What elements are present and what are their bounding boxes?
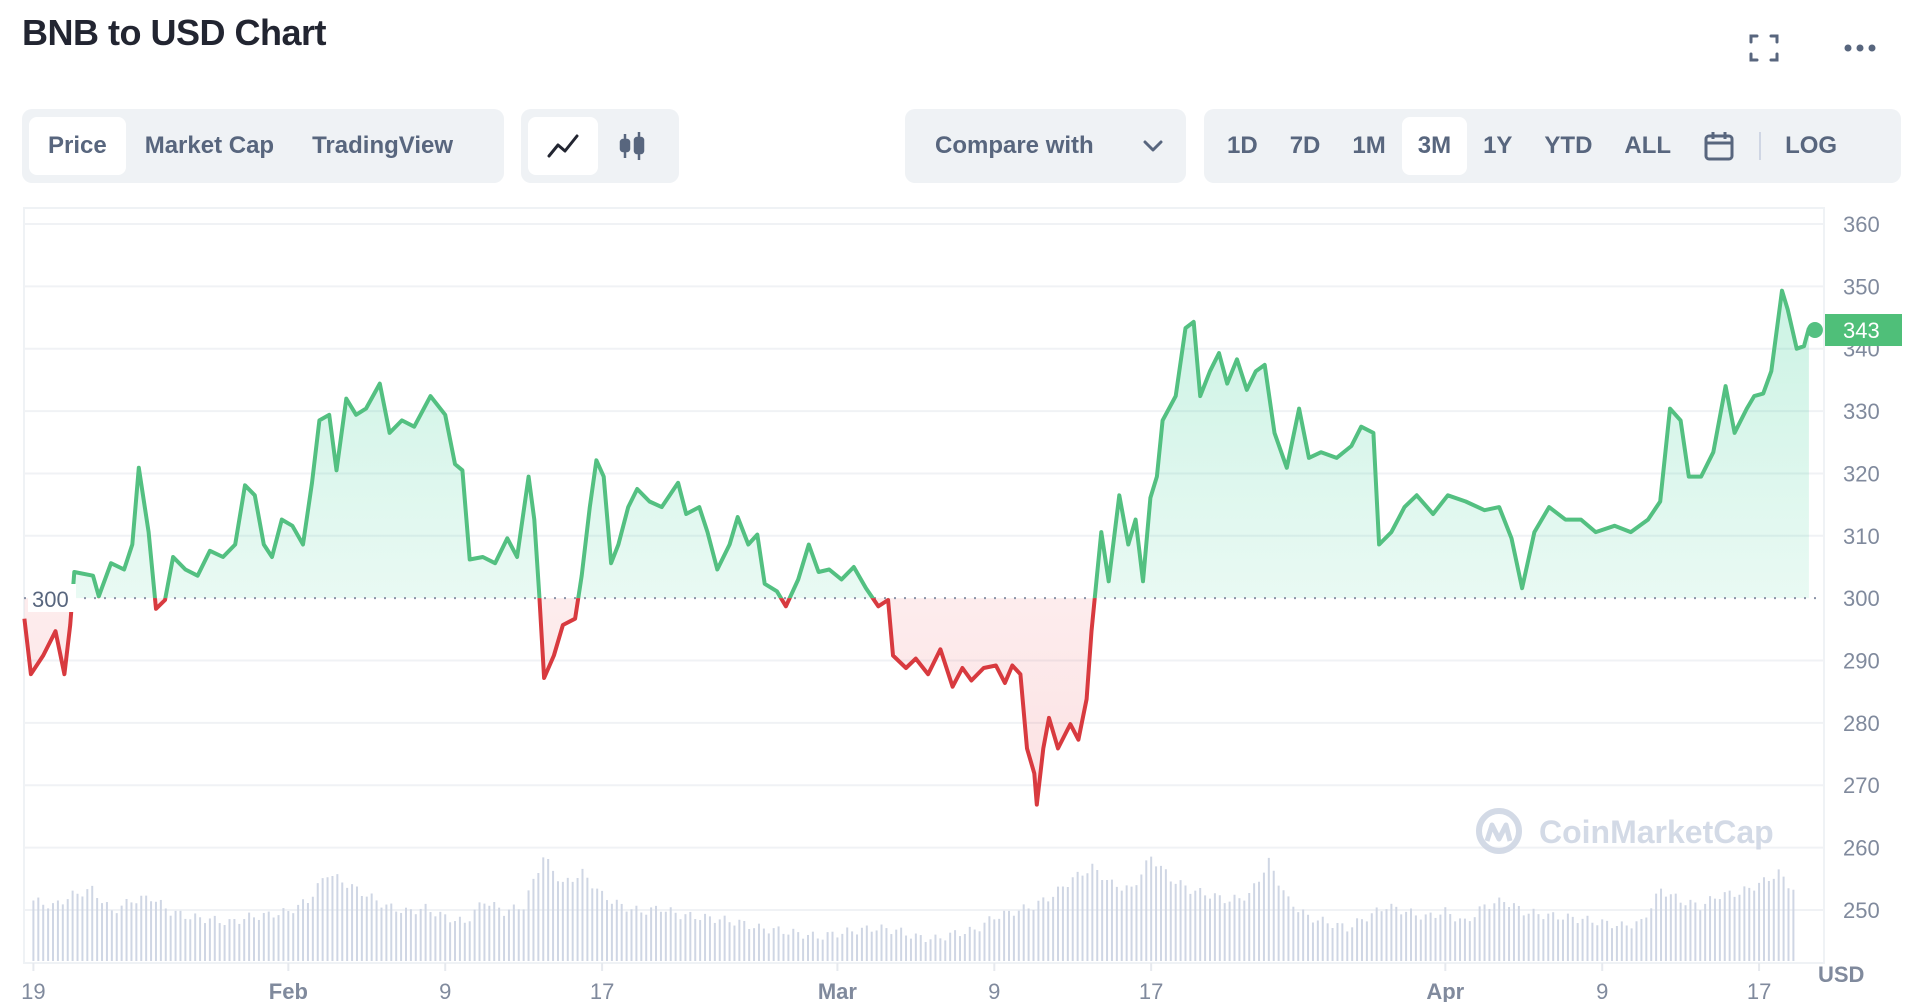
x-tick-label: 17 [1139, 979, 1163, 1002]
y-tick-label: 300 [1843, 586, 1880, 611]
y-tick-label: 250 [1843, 898, 1880, 923]
y-tick-label: 360 [1843, 212, 1880, 237]
x-tick-label: 9 [439, 979, 451, 1002]
y-tick-label: 330 [1843, 399, 1880, 424]
current-price-dot [1806, 322, 1823, 339]
x-tick-label: 17 [590, 979, 614, 1002]
y-tick-label: 320 [1843, 461, 1880, 486]
watermark-text: CoinMarketCap [1539, 814, 1774, 850]
y-tick-label: 260 [1843, 836, 1880, 861]
x-tick-label: 19 [21, 979, 45, 1002]
currency-label: USD [1818, 962, 1864, 987]
x-tick-label: 17 [1747, 979, 1771, 1002]
x-tick-label: Mar [818, 979, 858, 1002]
current-price-label: 343 [1843, 318, 1880, 343]
x-axis: 19 Feb 9 17 Mar 9 17 Apr 9 17 [21, 963, 1771, 1002]
reference-label: 300 [32, 587, 69, 612]
watermark: CoinMarketCap [1476, 808, 1774, 854]
x-tick-label: Feb [269, 979, 308, 1002]
y-tick-label: 280 [1843, 711, 1880, 736]
x-tick-label: Apr [1426, 979, 1464, 1002]
price-area-up [72, 290, 1809, 599]
y-tick-label: 270 [1843, 773, 1880, 798]
y-tick-label: 350 [1843, 274, 1880, 299]
x-tick-label: 9 [1596, 979, 1608, 1002]
y-tick-label: 290 [1843, 649, 1880, 674]
price-chart[interactable]: CoinMarketCap 300 3603503403303203103002… [0, 0, 1918, 1002]
x-tick-label: 9 [988, 979, 1000, 1002]
volume-bars [32, 856, 1795, 961]
y-tick-label: 310 [1843, 524, 1880, 549]
